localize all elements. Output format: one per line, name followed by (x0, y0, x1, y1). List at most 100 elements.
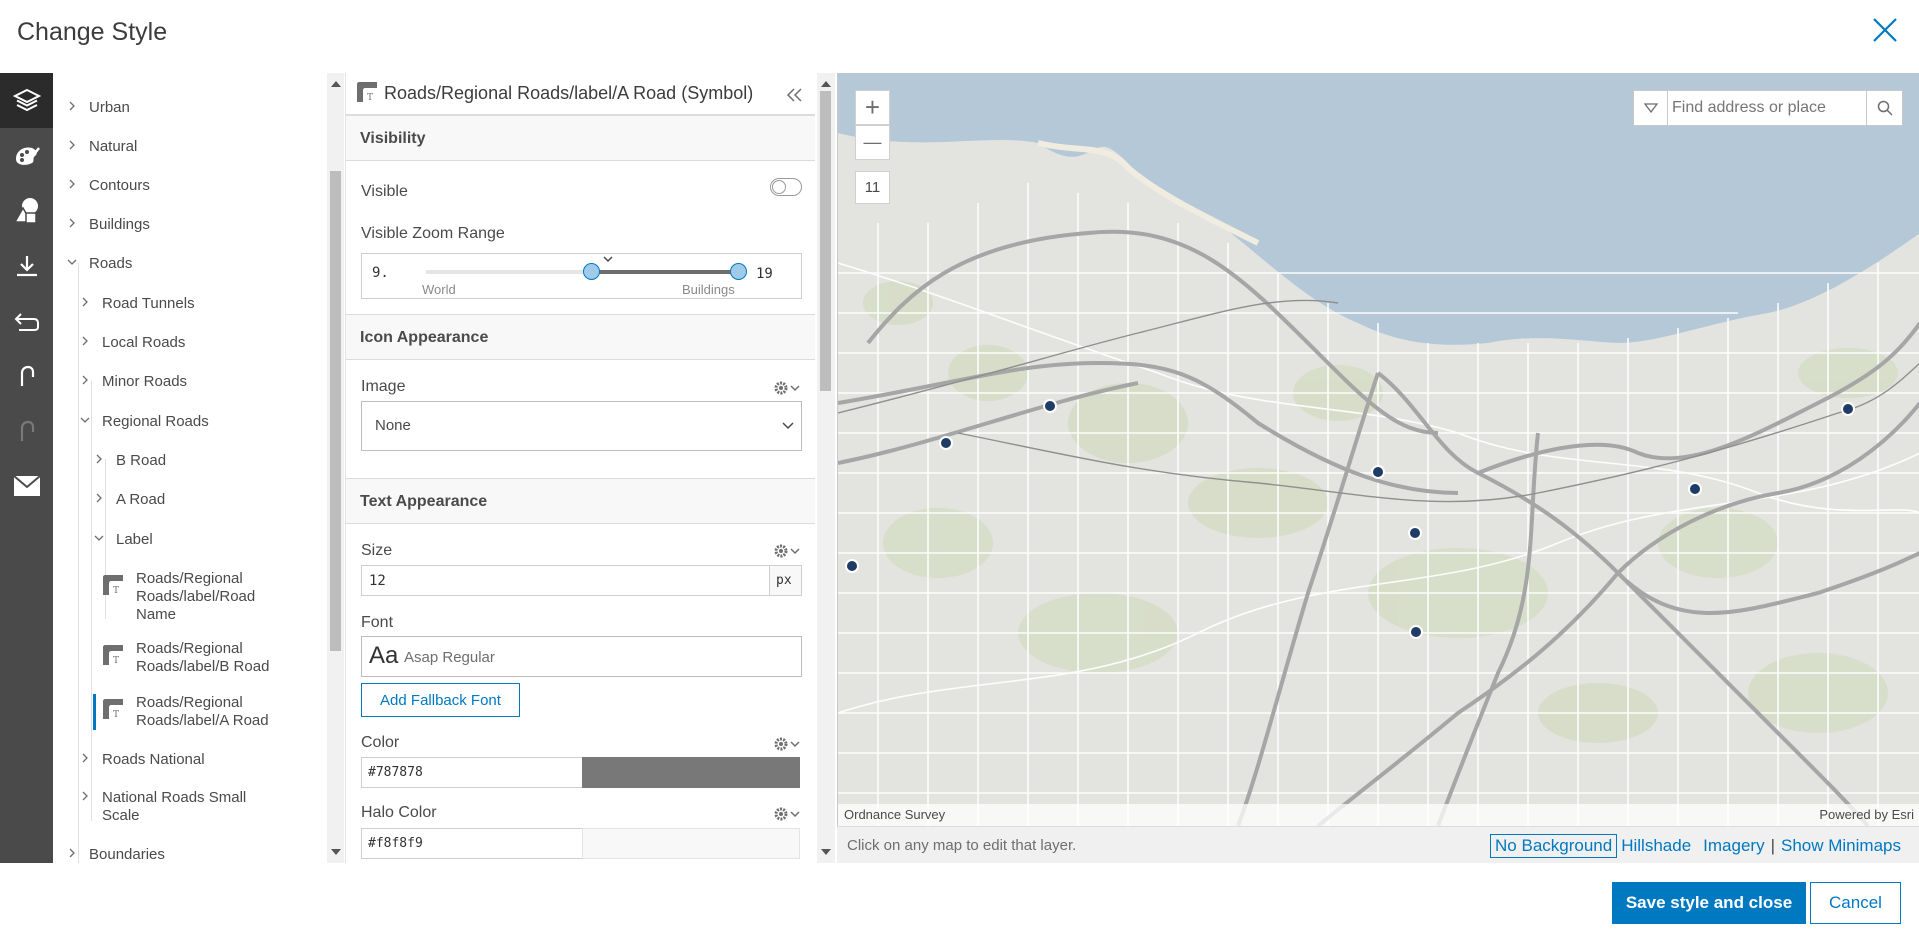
panel-scrollbar[interactable] (817, 73, 835, 863)
add-fallback-font-button[interactable]: Add Fallback Font (361, 683, 520, 717)
tree-item-label: Minor Roads (102, 373, 188, 390)
visibility-section-header[interactable]: Visibility (346, 115, 815, 161)
tree-item-label: Regional Roads (102, 413, 209, 430)
scroll-up-arrow[interactable] (331, 81, 341, 87)
gear-icon[interactable] (773, 380, 801, 396)
search-source-dropdown[interactable] (1634, 91, 1668, 125)
tree-item[interactable]: Roads (67, 255, 337, 273)
gear-icon[interactable] (773, 736, 801, 752)
collapse-panel-icon[interactable] (785, 87, 803, 103)
slider-max-handle[interactable] (730, 263, 747, 280)
redo-arrow-icon (20, 420, 34, 441)
chevron-right-icon[interactable] (67, 179, 77, 189)
basemap-hillshade[interactable]: Hillshade (1617, 835, 1695, 857)
tree-item-label: Buildings (89, 216, 150, 233)
tree-item[interactable]: Local Roads (80, 334, 345, 352)
font-value: Asap Regular (404, 649, 495, 666)
attribution-powered-by[interactable]: Powered by Esri (1819, 807, 1914, 822)
scroll-down-arrow[interactable] (821, 849, 831, 855)
color-input[interactable]: #787878 (361, 757, 583, 788)
tree-item[interactable]: Buildings (67, 216, 337, 234)
save-style-button[interactable]: Save style and close (1612, 882, 1806, 924)
scroll-down-arrow[interactable] (331, 849, 341, 855)
tree-item-label: Roads National (102, 751, 205, 768)
show-minimaps-link[interactable]: Show Minimaps (1777, 835, 1905, 857)
chevron-down-icon[interactable] (80, 415, 90, 425)
cancel-button[interactable]: Cancel (1810, 882, 1901, 924)
paint-palette-icon (15, 146, 40, 165)
chevron-right-icon[interactable] (80, 375, 90, 385)
zoom-in-button[interactable]: + (855, 90, 890, 125)
search-button[interactable] (1866, 91, 1902, 125)
zoom-range-label: Visible Zoom Range (361, 225, 505, 242)
visible-toggle[interactable] (770, 178, 802, 196)
zoom-out-button[interactable]: — (855, 125, 890, 160)
slider-min-handle[interactable] (583, 263, 600, 280)
chevron-right-icon[interactable] (80, 791, 90, 801)
layers-button[interactable] (0, 73, 53, 128)
tree-leaf-item[interactable]: T Roads/Regional Roads/label/Road Name (93, 570, 323, 624)
chevron-right-icon[interactable] (80, 336, 90, 346)
style-button[interactable] (0, 128, 53, 183)
tree-item[interactable]: Contours (67, 177, 337, 195)
gear-icon[interactable] (773, 806, 801, 822)
chevron-down-icon[interactable] (94, 533, 104, 543)
tree-item[interactable]: B Road (94, 452, 345, 470)
size-input[interactable]: 12 (361, 565, 770, 596)
layers-icon (12, 88, 41, 111)
close-icon[interactable] (1869, 14, 1901, 46)
shapes-icon (13, 197, 38, 224)
search-input[interactable] (1672, 95, 1858, 121)
halo-color-input[interactable]: #f8f8f9 (361, 828, 583, 859)
text-section-header[interactable]: Text Appearance (346, 478, 815, 524)
font-picker[interactable]: Aa Asap Regular (361, 636, 802, 677)
chevron-right-icon[interactable] (94, 454, 104, 464)
chevron-right-icon[interactable] (94, 493, 104, 503)
tree-item[interactable]: Roads National (80, 751, 345, 769)
tree-item[interactable]: Regional Roads (80, 413, 345, 431)
scroll-thumb[interactable] (330, 171, 341, 651)
text-symbol-icon: T (103, 645, 123, 665)
buildings-label: Buildings (682, 282, 735, 297)
tree-item[interactable]: Natural (67, 138, 337, 156)
tree-guide-roads (78, 263, 79, 863)
chevron-right-icon[interactable] (80, 297, 90, 307)
tree-leaf-item[interactable]: T Roads/Regional Roads/label/A Road (93, 694, 323, 730)
email-button[interactable] (0, 458, 53, 513)
tree-leaf-item[interactable]: T Roads/Regional Roads/label/B Road (93, 640, 323, 676)
undo-button[interactable] (0, 348, 53, 403)
icon-section-header[interactable]: Icon Appearance (346, 314, 815, 360)
tree-item[interactable]: Label (94, 531, 345, 549)
tree-scrollbar[interactable] (327, 73, 344, 863)
chevron-right-icon[interactable] (67, 101, 77, 111)
gear-icon[interactable] (773, 543, 801, 559)
basemap-imagery[interactable]: Imagery (1699, 835, 1768, 857)
tree-item[interactable]: Urban (67, 99, 337, 117)
map-view[interactable]: + — 11 Ordnance Survey Powered by Esri (837, 73, 1919, 826)
chevron-right-icon[interactable] (80, 753, 90, 763)
tree-item-label: A Road (116, 491, 166, 508)
tree-item[interactable]: National Roads Small Scale (80, 789, 345, 825)
basemap-no-background[interactable]: No Background (1490, 834, 1618, 858)
image-select[interactable]: None (361, 401, 802, 451)
chevron-right-icon[interactable] (67, 218, 77, 228)
halo-color-swatch[interactable] (582, 828, 800, 859)
tree-item-label: Contours (89, 177, 150, 194)
download-button[interactable] (0, 238, 53, 293)
chevron-down-icon[interactable] (67, 257, 77, 267)
zoom-max-value: 19 (756, 266, 773, 282)
tree-item[interactable]: Minor Roads (80, 373, 345, 391)
chevron-right-icon[interactable] (67, 140, 77, 150)
tree-item[interactable]: Boundaries (67, 846, 337, 863)
tree-leaf-label: Roads/Regional Roads/label/Road Name (136, 570, 256, 623)
revert-button[interactable] (0, 293, 53, 348)
shapes-button[interactable] (0, 183, 53, 238)
chevron-right-icon[interactable] (67, 848, 77, 858)
redo-button[interactable] (0, 403, 53, 458)
current-zoom-marker-icon (603, 256, 613, 263)
color-swatch[interactable] (582, 757, 800, 788)
tree-item[interactable]: Road Tunnels (80, 295, 345, 313)
scroll-thumb[interactable] (820, 91, 831, 391)
tree-item[interactable]: A Road (94, 491, 345, 509)
scroll-up-arrow[interactable] (821, 81, 831, 87)
